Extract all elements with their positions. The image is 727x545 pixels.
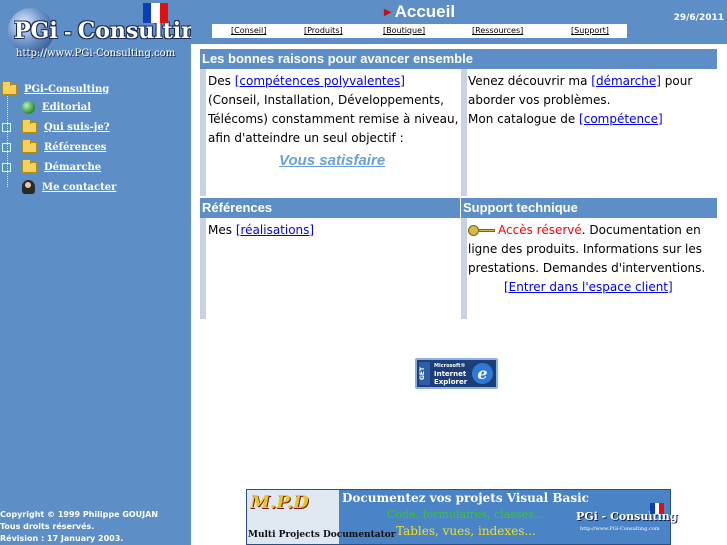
nav-root-label[interactable]: PGi-Consulting [24, 84, 109, 95]
panel-title-reasons: Les bonnes raisons pour avancer ensemble [200, 49, 717, 69]
panel-body-support: Accès réservé. Documentation en ligne de… [468, 221, 717, 297]
nav-root-item[interactable]: PGi-Consulting [2, 80, 109, 96]
french-flag-icon[interactable] [143, 3, 168, 23]
nav-item-references[interactable]: Références [2, 138, 106, 154]
ie-line2: Explorer [434, 378, 468, 386]
page-title: Accueil [394, 2, 456, 21]
nav-item-demarche[interactable]: Démarche [2, 158, 101, 174]
copyright-line: Copyright © 1999 Philippe GOUJAN [0, 510, 159, 519]
expand-icon[interactable] [2, 142, 11, 152]
tab-boutique[interactable]: [Boutique] [383, 26, 425, 35]
ie-vendor: Microsoft® [434, 363, 466, 369]
catalogue-text: Mon catalogue de [468, 112, 580, 126]
banner-headline: Documentez vos projets Visual Basic [342, 491, 589, 505]
current-date: 29/6/2011 [673, 13, 724, 23]
french-flag-icon [650, 503, 665, 514]
mpd-ad-banner[interactable]: M.P.D Multi Projects Documentator Docume… [246, 489, 677, 545]
mpd-logo: M.P.D [250, 492, 309, 513]
tab-ressources[interactable]: [Ressources] [472, 26, 523, 35]
folder-icon [22, 138, 37, 153]
mpd-subtitle: Multi Projects Documentator [248, 530, 396, 540]
brand-name: PGi - Consulting [14, 18, 213, 44]
demarche-link[interactable]: [démarche] [591, 74, 661, 88]
expand-icon[interactable] [2, 122, 11, 132]
expand-icon[interactable] [2, 162, 11, 172]
arrow-right-icon: ▶ [383, 6, 392, 18]
title-bar: ▶ Accueil [212, 0, 627, 24]
panel-left-border [200, 218, 206, 319]
page-header: ▶ Accueil [Conseil] [Produits] [Boutique]… [191, 0, 727, 44]
panel-divider [461, 218, 467, 319]
demarche-text: Venez découvrir ma [468, 74, 592, 88]
nav-item-label[interactable]: Références [44, 142, 106, 153]
folder-icon [22, 158, 37, 173]
mpd-logo-area: M.P.D Multi Projects Documentator [247, 490, 395, 544]
nav-item-label[interactable]: Démarche [44, 162, 101, 173]
header-bottom-fill [212, 38, 627, 44]
nav-item-label[interactable]: Qui suis-je? [44, 122, 110, 133]
competences-link[interactable]: [compétences polyvalentes] [235, 74, 405, 88]
tab-support[interactable]: [Support] [571, 26, 609, 35]
nav-item-label[interactable]: Editorial [42, 102, 91, 113]
panel-left-border [200, 69, 206, 196]
panel-body-reasons-right: Venez découvrir ma [démarche] pour abord… [468, 72, 717, 129]
competence-link[interactable]: [compétence] [579, 112, 663, 126]
satisfy-link[interactable]: Vous satisfaire [279, 152, 385, 169]
references-text: Mes [208, 223, 236, 237]
open-folder-icon [2, 80, 17, 95]
nav-item-me-contacter[interactable]: Me contacter [22, 180, 116, 194]
globe-page-icon [22, 100, 35, 114]
rights-line: Tous droits réservés. [0, 522, 95, 531]
panel-title-references: Références [200, 198, 460, 218]
realisations-link[interactable]: [réalisations] [236, 223, 314, 237]
nav-item-qui-suis-je[interactable]: Qui suis-je? [2, 118, 110, 134]
person-icon [22, 180, 35, 194]
panel-title-support: Support technique [461, 198, 717, 218]
header-left-fill [191, 0, 212, 44]
sidebar: PGi - Consulting http://www.PGi-Consulti… [0, 0, 213, 545]
ie-line1: Internet [434, 370, 467, 378]
panel-body-reasons-left: Des [compétences polyvalentes] (Conseil,… [208, 72, 460, 148]
top-menu: [Conseil] [Produits] [Boutique] [Ressour… [212, 24, 627, 38]
folder-icon [22, 118, 37, 133]
copyright-block: Copyright © 1999 Philippe GOUJAN Tous dr… [0, 509, 191, 545]
nav-item-editorial[interactable]: Editorial [22, 100, 91, 114]
ie-badge-text: Microsoft® Internet Explorer [434, 362, 467, 386]
brand-url: http://www.PGi-Consulting.com [16, 48, 176, 59]
ie-logo-icon: e [472, 363, 493, 384]
panel-body-references: Mes [réalisations] [208, 221, 460, 240]
banner-brand-url: http://www.PGi-Consulting.com [580, 526, 660, 532]
client-area-link[interactable]: [Entrer dans l'espace client] [504, 280, 673, 294]
get-label: GET [419, 362, 430, 385]
reasons-text-before: Des [208, 74, 235, 88]
nav-item-label[interactable]: Me contacter [42, 182, 116, 193]
get-ie-badge[interactable]: GET Microsoft® Internet Explorer e [415, 358, 498, 389]
restricted-access-label: Accès réservé [498, 223, 582, 237]
revision-line: Révision : 17 January 2003. [0, 534, 124, 543]
tab-conseil[interactable]: [Conseil] [231, 26, 266, 35]
reasons-text-after: (Conseil, Installation, Développements, … [208, 93, 459, 145]
tab-produits[interactable]: [Produits] [304, 26, 343, 35]
banner-line-tables: Tables, vues, indexes... [396, 524, 536, 538]
key-icon [468, 225, 496, 236]
panel-divider [461, 69, 467, 196]
banner-line-code: Code, formulaires, classes... [387, 508, 545, 521]
